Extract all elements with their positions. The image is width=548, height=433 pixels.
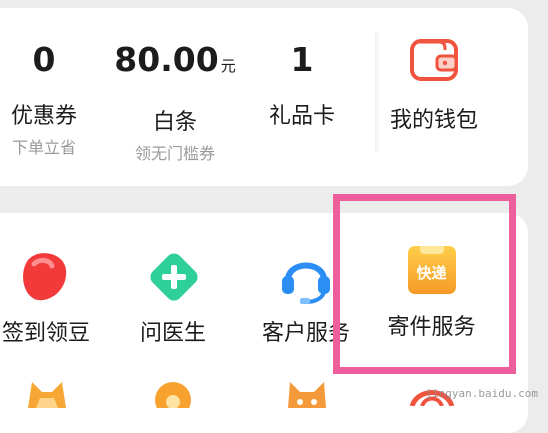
wallet-divider [375,32,381,152]
coupon-stat[interactable]: 0 优惠券 下单立省 [0,40,88,159]
pet-dog-icon[interactable] [22,378,72,408]
giftcard-stat[interactable]: 1 礼品卡 [262,40,342,131]
baitiao-label: 白条 [152,110,197,135]
jd-bean-icon [23,253,67,301]
baitiao-value: 80.00 [114,40,219,79]
service-ask-doctor[interactable]: 问医生 [128,248,218,348]
giftcard-count: 1 [290,40,314,79]
service-sign-in-beans[interactable]: 签到领豆 [0,248,92,348]
giftcard-label: 礼品卡 [268,104,335,129]
watermark-text: jingyan.baidu.com [425,387,538,400]
my-wallet-button[interactable]: 我的钱包 [384,38,484,135]
service-label-doctor: 问医生 [139,321,206,346]
baitiao-stat[interactable]: 80.00 元 白条 领无门槛券 [100,40,250,165]
cat-face-icon[interactable] [282,378,332,408]
coupon-label: 优惠券 [10,104,77,129]
highlight-annotation-box [333,194,516,374]
baitiao-amount: 80.00 元 [100,40,250,86]
medical-cross-icon [150,253,198,301]
lemon-ring-icon[interactable] [148,378,198,408]
wallet-icon [410,39,458,81]
baitiao-sub: 领无门槛券 [134,144,215,163]
coupon-count: 0 [32,40,56,79]
headset-icon [282,262,330,304]
my-wallet-label: 我的钱包 [389,108,478,133]
coupon-sub: 下单立省 [11,138,76,157]
baitiao-unit: 元 [220,57,236,75]
service-label-sign-in: 签到领豆 [1,321,90,346]
